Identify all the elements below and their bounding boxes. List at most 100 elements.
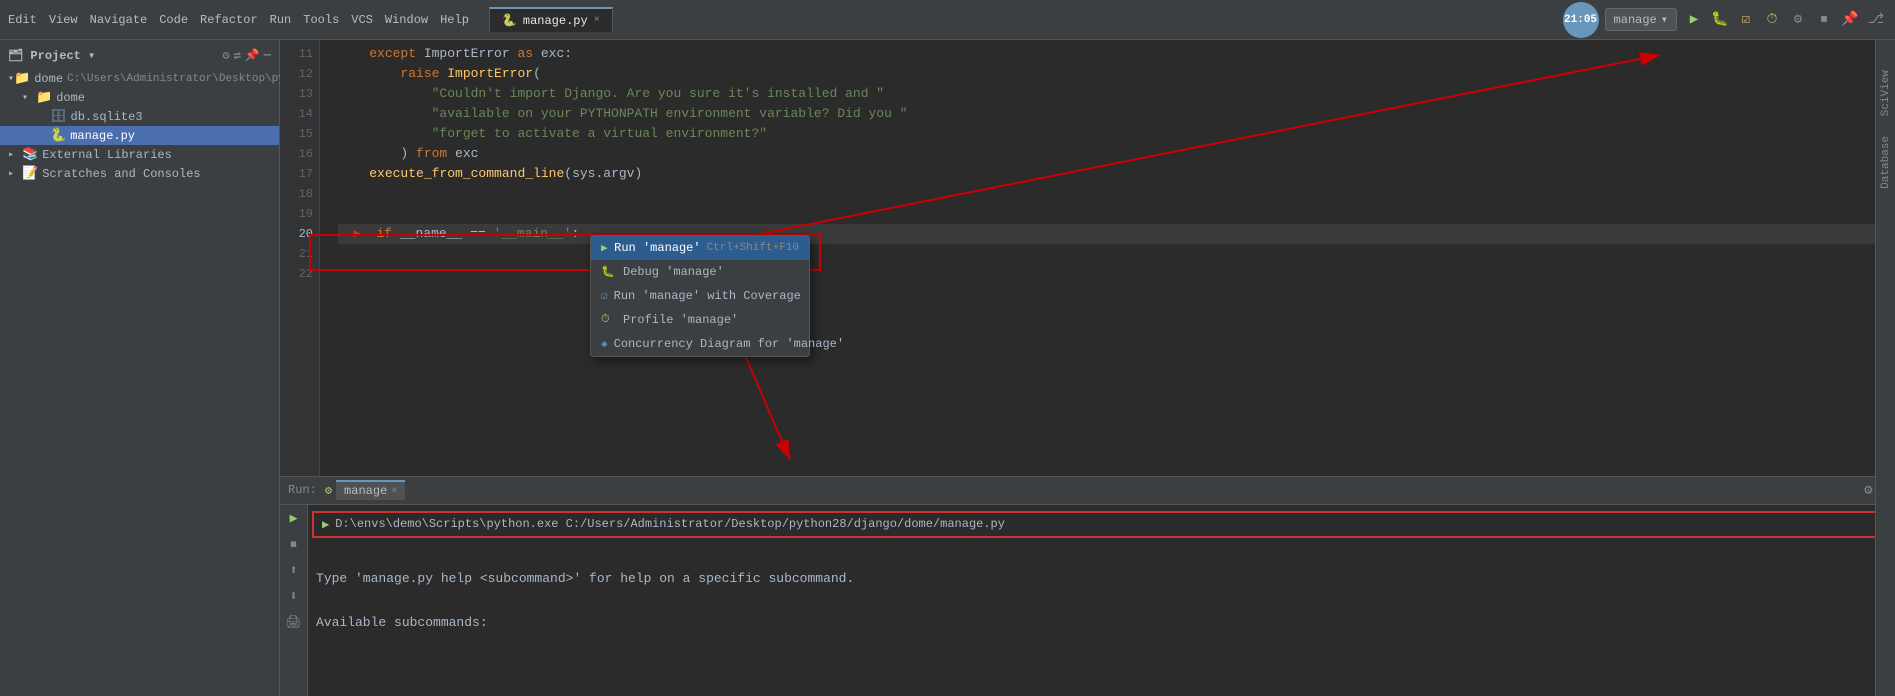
ctx-debug-manage[interactable]: 🐛 Debug 'manage'	[591, 260, 809, 284]
ctx-run-manage[interactable]: ▶ Run 'manage' Ctrl+Shift+F10	[591, 236, 809, 260]
run-toolbar-icons: ▶ 🐛 ☑ ⏱ ⚙ ⏹ 📌 ⎇	[1683, 9, 1887, 31]
minimize-icon[interactable]: —	[264, 48, 271, 63]
clock-badge: 21:05	[1563, 2, 1599, 38]
menu-edit[interactable]: Edit	[8, 13, 37, 27]
sidebar-item-dome-root[interactable]: ▾ 📁 dome C:\Users\Administrator\Desktop\…	[0, 69, 279, 88]
menu-run[interactable]: Run	[270, 13, 292, 27]
bottom-settings-icon[interactable]: ⚙	[1864, 482, 1872, 499]
output-line-1	[316, 546, 1887, 568]
sciview-label[interactable]: SciView	[1880, 70, 1892, 116]
sidebar-item-external-libs[interactable]: ▸ 📚 External Libraries	[0, 145, 279, 164]
code-line-12: raise ImportError(	[338, 64, 1887, 84]
tab-close-button[interactable]: ×	[594, 15, 600, 26]
code-editor[interactable]: except ImportError as exc: raise ImportE…	[330, 40, 1895, 476]
output-line-3	[316, 590, 1887, 612]
code-line-11: except ImportError as exc:	[338, 44, 1887, 64]
expand-arrow-libs: ▸	[8, 149, 22, 161]
output-line-2: Type 'manage.py help <subcommand>' for h…	[316, 568, 1887, 590]
bottom-tab-left: Run: ⚙ manage ×	[288, 480, 405, 500]
profile-button[interactable]: ⏱	[1761, 9, 1783, 31]
tree-label-external-libs: External Libraries	[42, 148, 172, 162]
pin-sidebar-icon[interactable]: 📌	[245, 48, 260, 63]
pin-button[interactable]: 📌	[1839, 9, 1861, 31]
menu-vcs[interactable]: VCS	[351, 13, 373, 27]
bottom-left-toolbar: ▶ ⏹ ⬆ ⬇ 🖨	[280, 505, 308, 696]
coverage-icon: ☑	[601, 289, 608, 303]
code-line-19	[338, 204, 1887, 224]
bottom-tab-manage[interactable]: manage ×	[336, 480, 405, 500]
code-line-15: "forget to activate a virtual environmen…	[338, 124, 1887, 144]
cmd-prompt: ▶	[322, 517, 329, 532]
top-bar: Edit View Navigate Code Refactor Run Too…	[0, 0, 1895, 40]
settings-run-button[interactable]: ⚙	[1787, 9, 1809, 31]
debug-button[interactable]: 🐛	[1709, 9, 1731, 31]
stop-run-button[interactable]: ⏹	[284, 535, 304, 555]
editor-tab-manage[interactable]: 🐍 manage.py ×	[489, 7, 613, 32]
project-label: 🗂 Project ▾	[8, 48, 95, 63]
run-config-dropdown[interactable]: manage ▾	[1605, 8, 1677, 31]
sidebar-item-db[interactable]: 🗄 db.sqlite3	[0, 107, 279, 126]
print-button[interactable]: 🖨	[284, 613, 304, 633]
sidebar-item-scratches[interactable]: ▸ 📝 Scratches and Consoles	[0, 164, 279, 183]
expand-arrow-dome: ▾	[22, 92, 36, 104]
layout-icon[interactable]: ⇌	[234, 48, 241, 63]
line-num-19: 19	[280, 204, 319, 224]
tree-label-dome: dome	[56, 91, 85, 105]
tab-bar: 🐍 manage.py ×	[489, 7, 1563, 32]
menu-view[interactable]: View	[49, 13, 78, 27]
context-menu: ▶ Run 'manage' Ctrl+Shift+F10 🐛 Debug 'm…	[590, 235, 810, 357]
code-line-13: "Couldn't import Django. Are you sure it…	[338, 84, 1887, 104]
ctx-run-shortcut: Ctrl+Shift+F10	[707, 242, 799, 254]
ctx-concurrency-label: Concurrency Diagram for 'manage'	[614, 337, 844, 351]
line-num-21: 21	[280, 244, 319, 264]
run-again-button[interactable]: ▶	[284, 509, 304, 529]
run-command-line: ▶ D:\envs\demo\Scripts\python.exe C:/Use…	[312, 511, 1887, 538]
line-num-18: 18	[280, 184, 319, 204]
run-label: Run:	[288, 483, 321, 497]
line-num-13: 13	[280, 84, 319, 104]
coverage-button[interactable]: ☑	[1735, 9, 1757, 31]
tree-label-dome-root: dome	[34, 72, 63, 86]
bottom-panel: Run: ⚙ manage × ⚙ — ▶ ⏹ ⬆ ⬇	[280, 476, 1895, 696]
scratch-icon: 📝	[22, 166, 38, 181]
bottom-output-area: ▶ D:\envs\demo\Scripts\python.exe C:/Use…	[308, 505, 1895, 696]
menu-refactor[interactable]: Refactor	[200, 13, 258, 27]
bottom-tab-close[interactable]: ×	[391, 486, 397, 497]
sidebar-header: 🗂 Project ▾ ⚙ ⇌ 📌 —	[0, 44, 279, 67]
menu-tools[interactable]: Tools	[303, 13, 339, 27]
editor-area: 11 12 13 14 15 16 17 18 19 20 21 22 exce…	[280, 40, 1895, 476]
tab-label: manage.py	[523, 14, 588, 28]
menu-navigate[interactable]: Navigate	[90, 13, 148, 27]
expand-arrow-scratches: ▸	[8, 168, 22, 180]
sidebar-item-dome[interactable]: ▾ 📁 dome	[0, 88, 279, 107]
menu-help[interactable]: Help	[440, 13, 469, 27]
ctx-coverage-manage[interactable]: ☑ Run 'manage' with Coverage	[591, 284, 809, 308]
run-icon: ▶	[601, 241, 608, 255]
debug-icon: 🐛	[601, 265, 617, 279]
scroll-down-button[interactable]: ⬇	[284, 587, 304, 607]
sidebar-item-manage[interactable]: 🐍 manage.py	[0, 126, 279, 145]
tree-label-scratches: Scratches and Consoles	[42, 167, 200, 181]
code-line-17: execute_from_command_line(sys.argv)	[338, 164, 1887, 184]
line-num-11: 11	[280, 44, 319, 64]
line-num-12: 12	[280, 64, 319, 84]
tree-label-db: db.sqlite3	[71, 110, 143, 124]
run-config-label: manage	[1614, 13, 1657, 27]
database-label[interactable]: Database	[1880, 136, 1892, 189]
concurrency-icon: ◈	[601, 337, 608, 351]
menu-code[interactable]: Code	[159, 13, 188, 27]
git-button[interactable]: ⎇	[1865, 9, 1887, 31]
folder-icon: 📁	[14, 71, 30, 86]
stop-button[interactable]: ⏹	[1813, 9, 1835, 31]
ctx-profile-manage[interactable]: ⏱ Profile 'manage'	[591, 308, 809, 332]
code-line-20: ▶ if __name__ == '__main__':	[338, 224, 1887, 244]
menu-window[interactable]: Window	[385, 13, 428, 27]
run-button[interactable]: ▶	[1683, 9, 1705, 31]
settings-icon[interactable]: ⚙	[222, 48, 229, 63]
ctx-run-label: Run 'manage'	[614, 241, 700, 255]
ctx-concurrency-manage[interactable]: ◈ Concurrency Diagram for 'manage'	[591, 332, 809, 356]
run-output: Type 'manage.py help <subcommand>' for h…	[308, 542, 1895, 638]
toolbar-right: 21:05 manage ▾ ▶ 🐛 ☑ ⏱ ⚙ ⏹ 📌 ⎇	[1563, 2, 1887, 38]
code-line-21	[338, 244, 1887, 264]
scroll-up-button[interactable]: ⬆	[284, 561, 304, 581]
